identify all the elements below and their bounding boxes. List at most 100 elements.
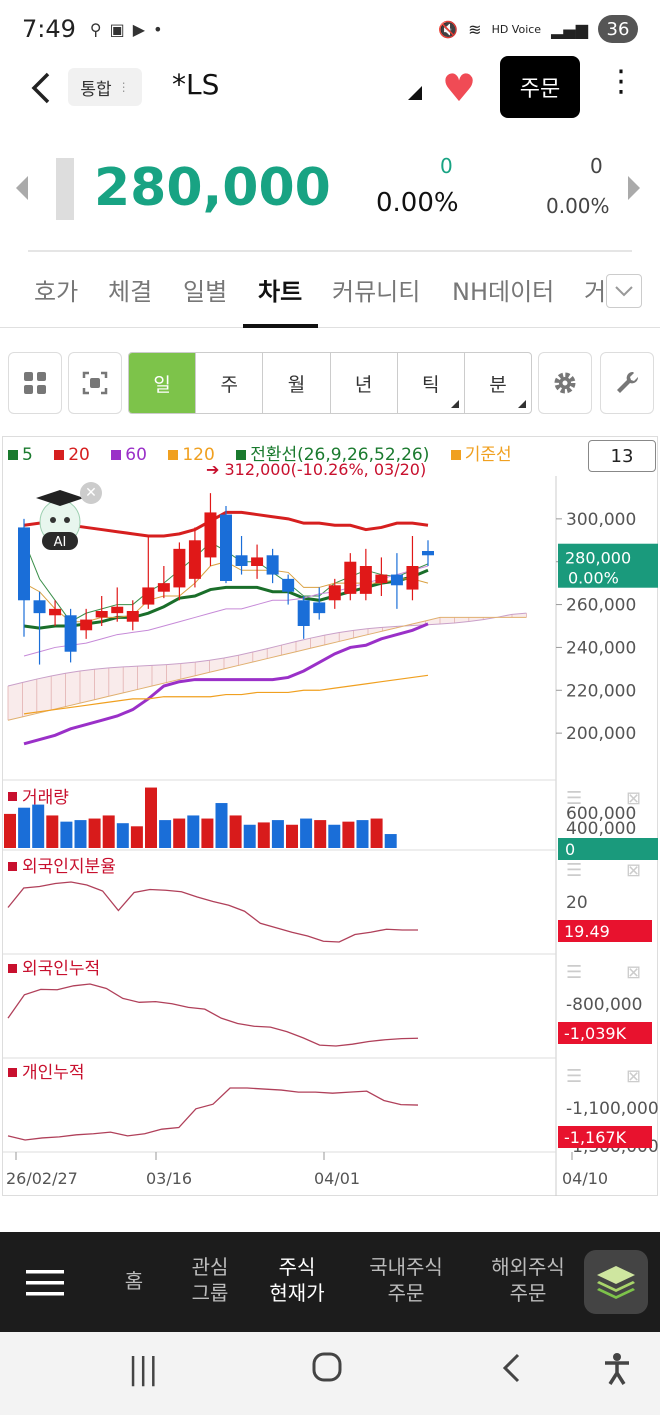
period-tick[interactable]: 틱 — [398, 353, 465, 413]
volume-tick-label: 400,000 — [566, 819, 636, 839]
layers-icon — [597, 1266, 635, 1299]
period-selector: 일 주 월 년 틱 분 — [128, 352, 532, 414]
volume-bar — [342, 821, 355, 848]
candle-body — [282, 578, 295, 592]
volume-bar — [229, 815, 242, 848]
sub-last-label: -1,167K — [564, 1128, 627, 1147]
tab-trades[interactable]: 체결 — [108, 272, 152, 307]
sub-last-label: 19.49 — [564, 922, 610, 941]
sub-title: 외국인지분율 — [22, 857, 116, 877]
dropdown-triangle-icon[interactable] — [408, 86, 422, 100]
divider — [28, 250, 632, 252]
volume-bar — [243, 824, 256, 848]
volume-bar — [201, 818, 214, 848]
tab-hoga[interactable]: 호가 — [34, 272, 78, 307]
volume-bar — [173, 818, 186, 848]
back-button[interactable] — [22, 66, 62, 110]
tab-community[interactable]: 커뮤니티 — [332, 272, 420, 307]
nav-stock-price[interactable]: 주식 현재가 — [247, 1254, 347, 1306]
current-price: 280,000 — [94, 158, 331, 218]
volume-bar — [145, 787, 157, 848]
accessibility-icon[interactable] — [602, 1352, 632, 1394]
period-week[interactable]: 주 — [196, 353, 264, 413]
sub-legend-swatch — [8, 964, 17, 973]
order-button[interactable]: 주문 — [500, 56, 580, 118]
price-bar — [56, 158, 74, 220]
prev-stock-icon[interactable] — [16, 176, 28, 200]
sub-last-label: -1,039K — [564, 1024, 627, 1043]
volume-bar — [286, 824, 298, 848]
y-tick-label: 200,000 — [566, 724, 636, 744]
volume-title: 거래량 — [22, 788, 69, 808]
period-year[interactable]: 년 — [331, 353, 398, 413]
tab-chart[interactable]: 차트 — [258, 272, 302, 307]
settings-button[interactable] — [538, 352, 592, 414]
tab-bar: 호가 체결 일별 차트 커뮤니티 NH데이터 거 — [0, 262, 660, 328]
nav-watchlist[interactable]: 관심 그룹 — [160, 1254, 260, 1306]
home-circle-icon — [312, 1352, 342, 1382]
person-icon — [605, 1353, 629, 1385]
hamburger-menu-icon[interactable] — [26, 1268, 66, 1298]
current-price-tag-label: 280,000 — [565, 549, 631, 568]
chart-area[interactable]: 5 20 60 120 전환선(26,9,26,52,26) 기준선 ➔ 312… — [0, 436, 660, 1198]
candle-body — [328, 585, 341, 601]
recent-apps-icon[interactable]: ||| — [128, 1352, 158, 1387]
sub-line — [7, 881, 418, 943]
volume-bar — [215, 803, 228, 848]
volume-bar — [32, 804, 45, 848]
nav-domestic-order[interactable]: 국내주식 주문 — [356, 1254, 456, 1306]
close-ai-badge-icon[interactable]: ✕ — [80, 482, 102, 504]
next-stock-icon[interactable] — [628, 176, 640, 200]
dropdown-corner-icon — [518, 400, 527, 408]
layers-button[interactable] — [584, 1250, 648, 1314]
sub-tick-label: -1,100,000 — [566, 1099, 659, 1119]
chevron-down-icon — [615, 286, 633, 297]
system-navigation: ||| — [0, 1332, 660, 1415]
tab-expand-button[interactable] — [606, 274, 642, 308]
candle-body — [406, 566, 419, 590]
home-icon[interactable] — [312, 1352, 342, 1390]
period-day[interactable]: 일 — [129, 353, 197, 413]
app-icon: ▣ — [109, 19, 125, 39]
candle-body — [126, 611, 139, 622]
period-minute[interactable]: 분 — [465, 353, 531, 413]
capture-button[interactable] — [68, 352, 122, 414]
more-menu-icon[interactable]: ⋮ — [606, 64, 636, 112]
candle-body — [251, 557, 264, 566]
grid-layout-button[interactable] — [8, 352, 62, 414]
tab-nh-data[interactable]: NH데이터 — [452, 272, 554, 307]
status-right: 🔇 ≋ HD Voice ▂▄▆ 36 — [438, 15, 638, 43]
volume-bar — [328, 824, 341, 848]
candle-body — [266, 555, 279, 575]
volume-panel: 거래량600,000400,0000 — [2, 787, 658, 860]
x-tick-label: 03/16 — [146, 1169, 192, 1188]
back-nav-icon[interactable] — [500, 1352, 524, 1392]
y-tick-label: 260,000 — [566, 596, 636, 616]
volume-bar — [74, 820, 87, 848]
wifi-icon: ≋ — [468, 19, 482, 39]
volume-bar — [46, 815, 59, 848]
tab-daily[interactable]: 일별 — [183, 272, 227, 307]
candle-body — [18, 527, 30, 601]
mute-icon: 🔇 — [438, 19, 459, 39]
hd-voice-label: HD Voice — [491, 22, 542, 36]
period-month[interactable]: 월 — [263, 353, 331, 413]
period-tick-label: 틱 — [422, 373, 440, 396]
tools-button[interactable] — [600, 352, 654, 414]
youtube-icon: ▶ — [132, 19, 146, 39]
favorite-heart-icon[interactable]: ♥ — [442, 66, 476, 110]
candle-body — [344, 561, 357, 594]
market-tag-button[interactable]: 통합 ⋮ — [68, 68, 142, 106]
sub-title: 외국인누적 — [22, 959, 100, 979]
nav-overseas-order[interactable]: 해외주식 주문 — [478, 1254, 578, 1306]
stock-name[interactable]: *LS — [172, 68, 219, 101]
candle-body — [142, 587, 155, 605]
candle-body — [390, 574, 403, 586]
candle-body — [359, 566, 372, 594]
volume-bar — [356, 820, 369, 848]
sub-title: 개인누적 — [22, 1063, 85, 1083]
panel-menu-icon: ☰ — [566, 860, 582, 881]
x-tick-label: 26/02/27 — [6, 1169, 78, 1188]
candle-body — [204, 512, 217, 558]
tab-more[interactable]: 거 — [584, 272, 604, 307]
